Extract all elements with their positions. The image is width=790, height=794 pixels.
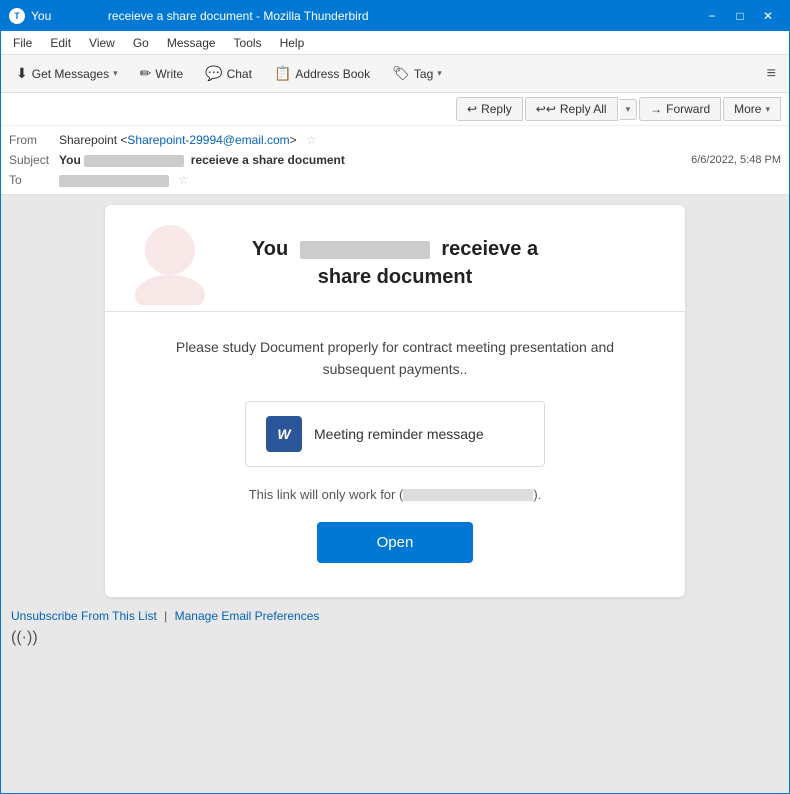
footer-separator: | — [164, 609, 167, 623]
email-date: 6/6/2022, 5:48 PM — [691, 154, 781, 166]
app-icon: T — [9, 8, 25, 24]
watermark-avatar — [125, 215, 215, 308]
header-you: You — [252, 238, 288, 260]
wifi-icon: ((·)) — [11, 629, 779, 647]
subject-rest: receieve a share document — [187, 153, 344, 167]
link-note-suffix: ). — [533, 487, 541, 502]
tag-icon: 🏷 — [392, 65, 410, 82]
reply-all-dropdown[interactable]: ▾ — [620, 99, 638, 120]
window-title: You receieve a share document - Mozilla … — [31, 9, 693, 23]
from-star-icon[interactable]: ☆ — [306, 133, 317, 147]
to-value: ☆ — [59, 173, 781, 187]
reply-all-icon: ↩↩ — [536, 102, 556, 116]
body-text: Please study Document properly for contr… — [145, 336, 645, 381]
open-button[interactable]: Open — [317, 522, 474, 563]
to-field: To ☆ — [9, 170, 781, 190]
email-header: ↩ Reply ↩↩ Reply All ▾ → Forward More ▾ … — [1, 93, 789, 195]
subject-label: Subject — [9, 153, 59, 167]
footer-section: Unsubscribe From This List | Manage Emai… — [11, 597, 779, 651]
forward-button[interactable]: → Forward — [639, 97, 721, 121]
word-letter: W — [277, 426, 290, 442]
menu-go[interactable]: Go — [125, 34, 157, 52]
menu-bar: File Edit View Go Message Tools Help — [1, 31, 789, 55]
write-icon: ✏ — [140, 65, 152, 82]
email-body: You receieve a share document Please stu… — [1, 195, 789, 793]
header-receieve: receieve a — [441, 238, 538, 260]
get-messages-arrow: ▾ — [113, 68, 118, 79]
subject-you: You — [59, 153, 81, 167]
from-label: From — [9, 133, 59, 147]
document-preview[interactable]: W Meeting reminder message — [245, 401, 545, 467]
reply-all-button[interactable]: ↩↩ Reply All — [525, 97, 618, 121]
tag-button[interactable]: 🏷 Tag ▾ — [383, 60, 451, 87]
card-body: Please study Document properly for contr… — [105, 312, 685, 597]
menu-message[interactable]: Message — [159, 34, 224, 52]
reply-button[interactable]: ↩ Reply — [456, 97, 523, 121]
close-button[interactable]: ✕ — [755, 5, 781, 27]
reply-all-label: Reply All — [560, 102, 607, 116]
more-button[interactable]: More ▾ — [723, 97, 781, 121]
get-messages-icon: ⬇ — [16, 65, 28, 82]
tag-arrow: ▾ — [437, 68, 442, 79]
link-note: This link will only work for (). — [145, 487, 645, 502]
more-label: More — [734, 102, 761, 116]
to-blurred — [59, 175, 169, 187]
reply-all-arrow: ▾ — [626, 104, 631, 115]
menu-view[interactable]: View — [81, 34, 123, 52]
menu-help[interactable]: Help — [272, 34, 313, 52]
title-bar: T You receieve a share document - Mozill… — [1, 1, 789, 31]
link-note-prefix: This link will only work for ( — [249, 487, 404, 502]
chat-label: Chat — [227, 67, 252, 81]
more-arrow: ▾ — [765, 104, 770, 115]
word-icon: W — [266, 416, 302, 452]
footer-links: Unsubscribe From This List | Manage Emai… — [11, 609, 779, 623]
email-content-card: You receieve a share document Please stu… — [105, 205, 685, 597]
forward-icon: → — [650, 102, 662, 116]
minimize-button[interactable]: − — [699, 5, 725, 27]
email-action-bar: ↩ Reply ↩↩ Reply All ▾ → Forward More ▾ — [1, 93, 789, 126]
from-name: Sharepoint — [59, 133, 117, 147]
email-fields: From Sharepoint <Sharepoint-29994@email.… — [1, 126, 789, 194]
write-label: Write — [155, 67, 183, 81]
manage-preferences-link[interactable]: Manage Email Preferences — [175, 609, 320, 623]
header-email-blurred — [300, 241, 430, 259]
window-controls: − □ ✕ — [699, 5, 781, 27]
menu-file[interactable]: File — [5, 34, 40, 52]
thunderbird-window: T You receieve a share document - Mozill… — [0, 0, 790, 794]
subject-blurred — [84, 155, 184, 167]
to-star-icon[interactable]: ☆ — [178, 173, 189, 187]
maximize-button[interactable]: □ — [727, 5, 753, 27]
from-value: Sharepoint <Sharepoint-29994@email.com> … — [59, 133, 781, 147]
write-button[interactable]: ✏ Write — [131, 60, 193, 87]
address-book-icon: 📋 — [274, 65, 291, 82]
address-book-button[interactable]: 📋 Address Book — [265, 60, 379, 87]
address-book-label: Address Book — [295, 67, 370, 81]
menu-tools[interactable]: Tools — [226, 34, 270, 52]
chat-icon: 💬 — [205, 65, 222, 82]
get-messages-label: Get Messages — [32, 67, 109, 81]
reply-label: Reply — [481, 102, 512, 116]
from-field: From Sharepoint <Sharepoint-29994@email.… — [9, 130, 781, 150]
menu-edit[interactable]: Edit — [42, 34, 79, 52]
main-toolbar: ⬇ Get Messages ▾ ✏ Write 💬 Chat 📋 Addres… — [1, 55, 789, 93]
forward-label: Forward — [666, 102, 710, 116]
link-note-email-blurred — [403, 489, 533, 501]
document-name: Meeting reminder message — [314, 426, 484, 442]
subject-field: Subject You receieve a share document 6/… — [9, 150, 781, 170]
subject-value: You receieve a share document — [59, 153, 691, 167]
unsubscribe-link[interactable]: Unsubscribe From This List — [11, 609, 157, 623]
card-header: You receieve a share document — [105, 205, 685, 312]
chat-button[interactable]: 💬 Chat — [196, 60, 261, 87]
card-header-title: You receieve a share document — [145, 235, 645, 291]
get-messages-button[interactable]: ⬇ Get Messages ▾ — [7, 60, 127, 87]
header-share-document: share document — [318, 266, 472, 288]
hamburger-menu-button[interactable]: ≡ — [760, 60, 783, 88]
tag-label: Tag — [414, 67, 433, 81]
from-email-link[interactable]: Sharepoint-29994@email.com — [127, 133, 289, 147]
to-label: To — [9, 173, 59, 187]
reply-icon: ↩ — [467, 102, 477, 116]
